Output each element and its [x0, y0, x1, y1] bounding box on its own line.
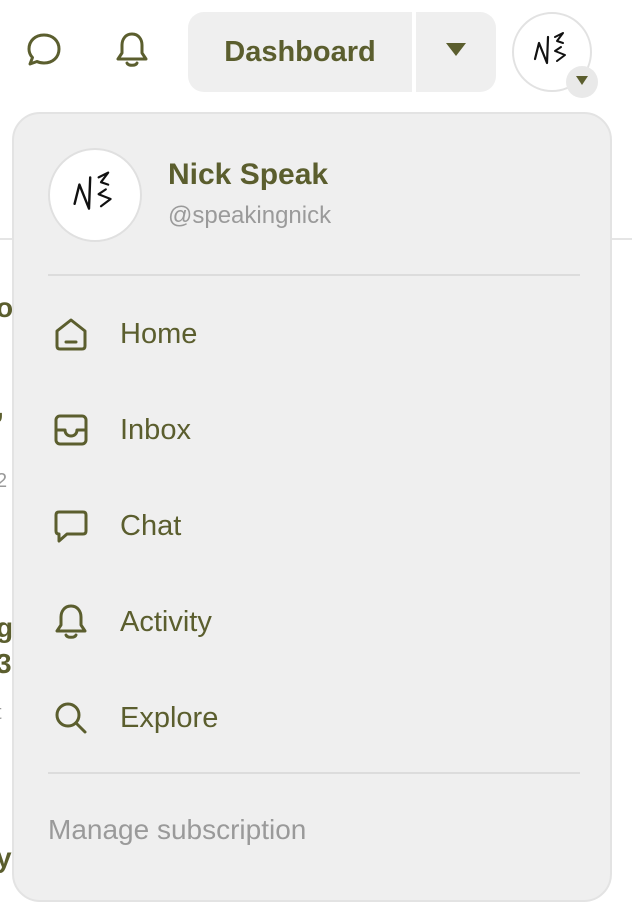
- avatar-menu-badge[interactable]: [566, 66, 598, 98]
- profile-avatar[interactable]: [48, 148, 142, 242]
- dashboard-dropdown-button[interactable]: [416, 12, 496, 92]
- avatar: [65, 163, 125, 228]
- notifications-button[interactable]: [108, 28, 156, 76]
- bell-icon: [112, 30, 152, 75]
- menu-item-chat[interactable]: Chat: [48, 490, 580, 562]
- menu-divider: [48, 772, 580, 774]
- menu-item-home[interactable]: Home: [48, 298, 580, 370]
- caret-down-icon: [575, 73, 589, 91]
- user-handle: @speakingnick: [168, 202, 332, 229]
- inbox-icon: [48, 407, 94, 453]
- top-bar: Dashboard: [0, 0, 632, 112]
- background-text: 2: [0, 470, 8, 492]
- chat-icon: [48, 503, 94, 549]
- background-text: ,: [0, 392, 4, 424]
- caret-down-icon: [445, 42, 467, 63]
- home-icon: [48, 311, 94, 357]
- menu-item-explore[interactable]: Explore: [48, 682, 580, 754]
- background-text: 3: [0, 648, 12, 679]
- menu-item-label: Chat: [120, 509, 182, 542]
- background-text: t: [0, 702, 2, 725]
- user-dropdown-menu: Nick Speak @speakingnick Home Inbox Chat…: [12, 112, 612, 902]
- menu-item-label: Explore: [120, 701, 219, 734]
- menu-item-inbox[interactable]: Inbox: [48, 394, 580, 466]
- manage-subscription-link[interactable]: Manage subscription: [48, 814, 306, 846]
- dashboard-button-group: Dashboard: [188, 12, 496, 92]
- background-text: y: [0, 842, 12, 873]
- menu-divider: [48, 274, 580, 276]
- bell-icon: [48, 599, 94, 645]
- user-name[interactable]: Nick Speak: [168, 158, 328, 192]
- chat-bubble-icon: [24, 30, 64, 75]
- chat-button[interactable]: [20, 28, 68, 76]
- menu-item-activity[interactable]: Activity: [48, 586, 580, 658]
- search-icon: [48, 695, 94, 741]
- menu-item-label: Inbox: [120, 413, 191, 446]
- menu-item-label: Home: [120, 317, 198, 350]
- menu-item-label: Activity: [120, 605, 212, 638]
- dashboard-button[interactable]: Dashboard: [188, 12, 412, 92]
